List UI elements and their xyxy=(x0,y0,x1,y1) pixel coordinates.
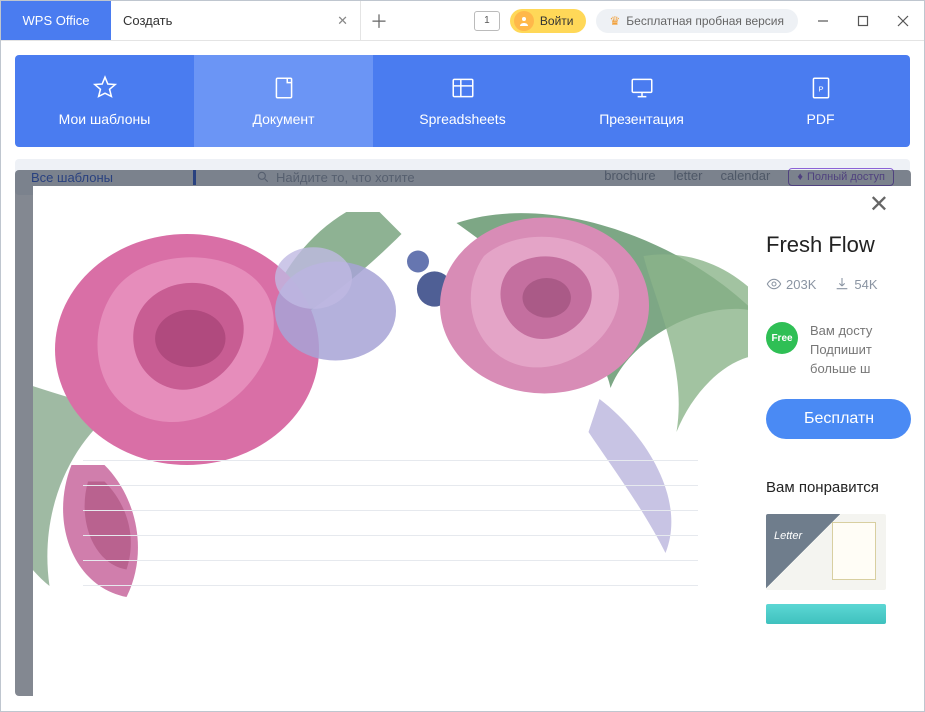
pdf-icon: P xyxy=(808,75,834,101)
close-window-button[interactable] xyxy=(888,1,918,41)
free-badge-icon: Free xyxy=(766,322,798,354)
free-notice-text: Вам досту Подпишит больше ш xyxy=(810,322,872,379)
download-icon xyxy=(834,276,850,292)
titlebar-right: 1 Войти ♛ Бесплатная пробная версия xyxy=(474,1,924,40)
you-may-like-title: Вам понравится xyxy=(766,479,911,496)
views-stat: 203K xyxy=(766,276,816,292)
template-preview xyxy=(33,186,766,696)
trial-button[interactable]: ♛ Бесплатная пробная версия xyxy=(596,9,799,33)
minimize-button[interactable] xyxy=(808,1,838,41)
new-tab-button[interactable]: ＋ xyxy=(361,1,397,40)
svg-text:P: P xyxy=(818,84,823,93)
titlebar: WPS Office Создать ✕ ＋ 1 Войти ♛ Бесплат… xyxy=(1,1,924,41)
document-icon xyxy=(271,75,297,101)
template-detail-modal: Fresh Flow 203K 54K Free Вам досту Подпи… xyxy=(33,186,911,696)
document-tab-label: Создать xyxy=(123,13,172,28)
spreadsheet-icon xyxy=(450,75,476,101)
template-writing-lines xyxy=(83,460,698,586)
category-nav: Мои шаблоны Документ Spreadsheets Презен… xyxy=(15,55,910,147)
brand-tab[interactable]: WPS Office xyxy=(1,1,111,40)
document-tab[interactable]: Создать ✕ xyxy=(111,1,361,40)
nav-presentation[interactable]: Презентация xyxy=(552,55,731,147)
free-download-button[interactable]: Бесплатн xyxy=(766,399,911,439)
template-title: Fresh Flow xyxy=(766,232,911,258)
preview-canvas xyxy=(33,212,748,696)
nav-label: Документ xyxy=(252,111,314,127)
star-icon xyxy=(92,75,118,101)
related-thumb-2[interactable] xyxy=(766,604,886,624)
nav-label: Мои шаблоны xyxy=(59,111,151,127)
presentation-icon xyxy=(629,75,655,101)
trial-label: Бесплатная пробная версия xyxy=(626,14,784,28)
template-detail-panel: Fresh Flow 203K 54K Free Вам досту Подпи… xyxy=(766,186,911,696)
nav-document[interactable]: Документ xyxy=(194,55,373,147)
nav-pdf[interactable]: P PDF xyxy=(731,55,910,147)
nav-label: PDF xyxy=(807,111,835,127)
nav-label: Презентация xyxy=(599,111,684,127)
nav-my-templates[interactable]: Мои шаблоны xyxy=(15,55,194,147)
template-stats: 203K 54K xyxy=(766,276,911,292)
user-avatar-icon xyxy=(514,11,534,31)
crown-icon: ♛ xyxy=(610,14,621,28)
thumb-mini-preview xyxy=(832,522,876,580)
flower-artwork xyxy=(33,212,748,696)
downloads-stat: 54K xyxy=(834,276,877,292)
login-label: Войти xyxy=(540,14,574,28)
thumb-label: Letter xyxy=(774,530,802,542)
maximize-button[interactable] xyxy=(848,1,878,41)
tab-close-icon[interactable]: ✕ xyxy=(337,13,348,29)
eye-icon xyxy=(766,276,782,292)
free-notice: Free Вам досту Подпишит больше ш xyxy=(766,322,911,379)
nav-spreadsheets[interactable]: Spreadsheets xyxy=(373,55,552,147)
modal-close-button[interactable]: ✕ xyxy=(869,190,889,219)
app-window: WPS Office Создать ✕ ＋ 1 Войти ♛ Бесплат… xyxy=(0,0,925,712)
nav-label: Spreadsheets xyxy=(419,111,505,127)
related-thumb-letter[interactable]: Letter xyxy=(766,514,886,590)
login-button[interactable]: Войти xyxy=(510,9,586,33)
window-count-indicator[interactable]: 1 xyxy=(474,11,500,31)
related-thumbnails: Letter xyxy=(766,514,911,624)
